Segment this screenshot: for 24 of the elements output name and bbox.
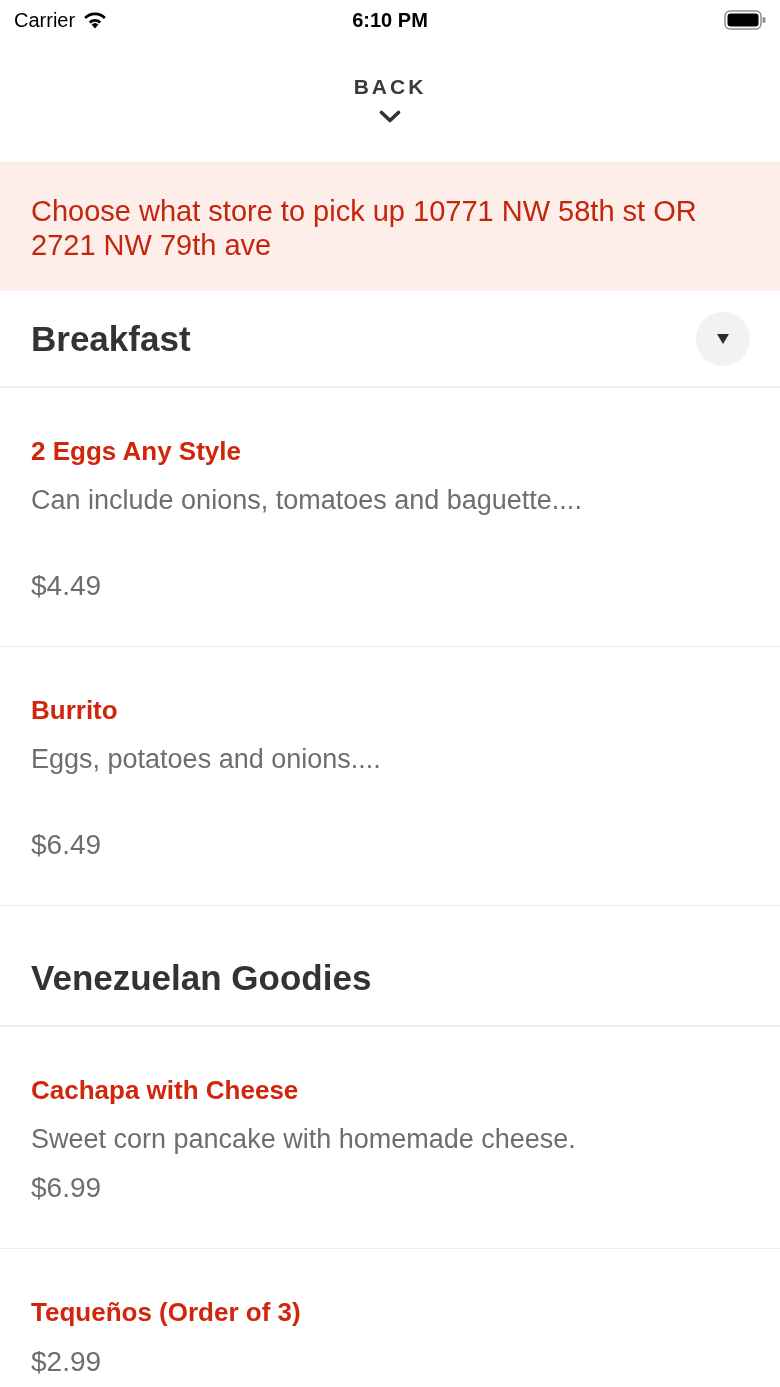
carrier-label: Carrier	[14, 8, 76, 32]
battery-icon	[724, 10, 766, 30]
item-price: $2.99	[31, 1346, 102, 1378]
item-description: Sweet corn pancake with homemade cheese.	[31, 1124, 577, 1154]
section-title: Venezuelan Goodies	[31, 956, 372, 999]
item-name: Cachapa with Cheese	[31, 1074, 300, 1106]
item-description: Eggs, potatoes and onions....	[31, 744, 382, 774]
menu-item[interactable]: Tequeños (Order of 3) $2.99	[0, 1249, 780, 1387]
pickup-notice: Choose what store to pick up 10771 NW 58th st OR 2721 NW 79th ave	[0, 163, 780, 291]
menu-item[interactable]: Cachapa with Cheese Sweet corn pancake with homemade cheese. $6.99	[0, 1027, 780, 1249]
item-name: 2 Eggs Any Style	[31, 435, 242, 467]
item-name: Burrito	[31, 694, 119, 726]
back-button[interactable]: BACK	[353, 74, 427, 100]
menu-item[interactable]: 2 Eggs Any Style Can include onions, tomatoes and baguette.... $4.49	[0, 388, 780, 647]
item-description: Can include onions, tomatoes and baguette....	[31, 485, 583, 515]
wifi-icon	[83, 11, 108, 29]
item-price: $4.49	[31, 570, 102, 602]
section-title: Breakfast	[31, 317, 191, 360]
menu-item[interactable]: Burrito Eggs, potatoes and onions.... $6.49	[0, 647, 780, 906]
chevron-down-icon[interactable]	[379, 110, 401, 123]
status-time: 6:10 PM	[352, 8, 428, 32]
item-name: Tequeños (Order of 3)	[31, 1296, 302, 1328]
item-price: $6.99	[31, 1172, 102, 1204]
item-price: $6.49	[31, 829, 102, 861]
